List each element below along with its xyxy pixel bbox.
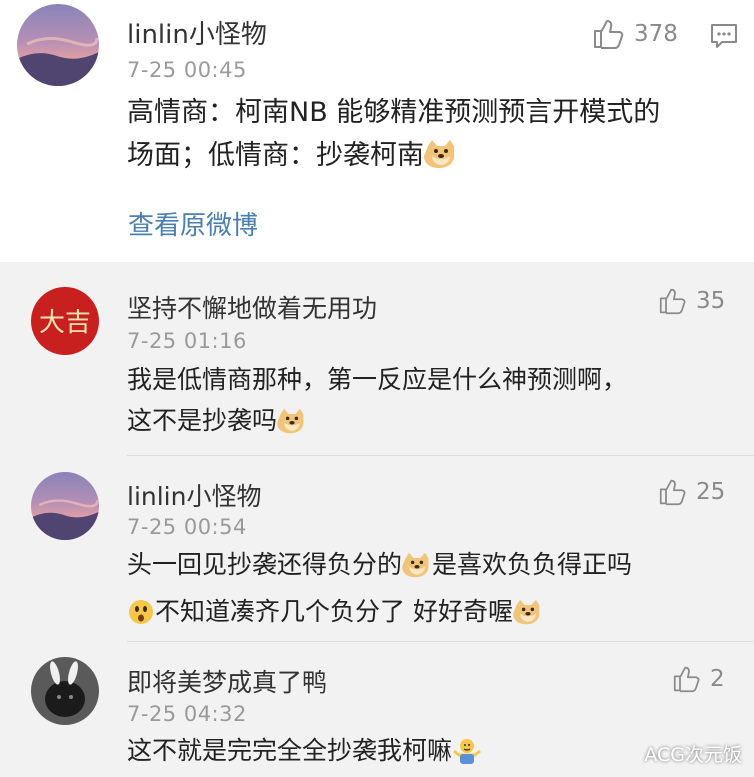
comment-icon [711,24,737,48]
like-count: 378 [634,21,678,47]
divider [127,641,754,642]
thumbs-up-icon [673,666,700,693]
username[interactable]: 坚持不懈地做着无用功 [127,289,377,325]
avatar[interactable] [17,4,99,86]
like-count: 35 [696,288,726,314]
like-button[interactable]: 25 [658,478,725,506]
comment-text: 高情商：柯南NB 能够精准预测预言开模式的 场面；低情商：抄袭柯南 [127,91,660,183]
reply-text: 头一回见抄袭还得负分的 是喜欢负负得正吗 不知道凑齐几个负分了 好好奇喔 [127,544,632,638]
reply-line: 不知道凑齐几个负分了 好好奇喔 [127,591,632,638]
like-button[interactable]: 378 [592,18,678,50]
comment-line: 高情商：柯南NB 能够精准预测预言开模式的 [127,97,661,128]
main-comment: linlin小怪物 7-25 00:45 378 高情商：柯南NB 能够精准预测… [0,0,754,262]
reply-text: 这不就是完完全全抄袭我柯嘛 [127,730,482,777]
timestamp: 7-25 04:32 [127,702,247,726]
shrug-emoji-icon [452,736,482,777]
thumbs-up-icon [659,479,686,506]
username[interactable]: 即将美梦成真了鸭 [127,663,327,699]
reply-line: 我是低情商那种，第一反应是什么神预测啊， [127,365,628,394]
divider [127,455,754,456]
comment-button[interactable] [710,22,738,54]
doge-emoji-icon [277,406,307,447]
like-button[interactable]: 35 [658,287,725,315]
like-count: 25 [696,479,726,505]
timestamp: 7-25 00:45 [127,58,247,82]
timestamp: 7-25 01:16 [127,329,247,353]
thumbs-up-icon [659,288,686,315]
reply-line: 这不就是完完全全抄袭我柯嘛 [127,730,482,777]
like-count: 2 [710,666,725,692]
thumbs-up-icon [594,20,624,49]
reply-line: 头一回见抄袭还得负分的 是喜欢负负得正吗 [127,544,632,591]
avatar[interactable] [31,472,99,540]
seal-text: 大吉 [39,308,91,338]
surprised-emoji-icon [127,597,155,638]
doge-emoji-icon [513,597,543,638]
username[interactable]: linlin小怪物 [127,477,261,513]
watermark: ACG次元饭 [644,744,742,766]
username[interactable]: linlin小怪物 [127,14,267,51]
comment-line: 场面；低情商：抄袭柯南 [127,134,660,183]
like-button[interactable]: 2 [672,665,725,693]
view-original-link[interactable]: 查看原微博 [128,205,258,242]
doge-emoji-icon [424,138,458,183]
avatar[interactable]: 大吉 [31,287,99,355]
reply-line: 这不是抄袭吗 [127,400,627,447]
reply-text: 我是低情商那种，第一反应是什么神预测啊， 这不是抄袭吗 [127,359,627,447]
timestamp: 7-25 00:54 [127,515,247,539]
replies-section: 大吉 坚持不懈地做着无用功 7-25 01:16 35 我是低情商那种，第一反应… [0,262,754,777]
avatar[interactable] [31,657,99,725]
doge-emoji-icon [402,550,432,591]
